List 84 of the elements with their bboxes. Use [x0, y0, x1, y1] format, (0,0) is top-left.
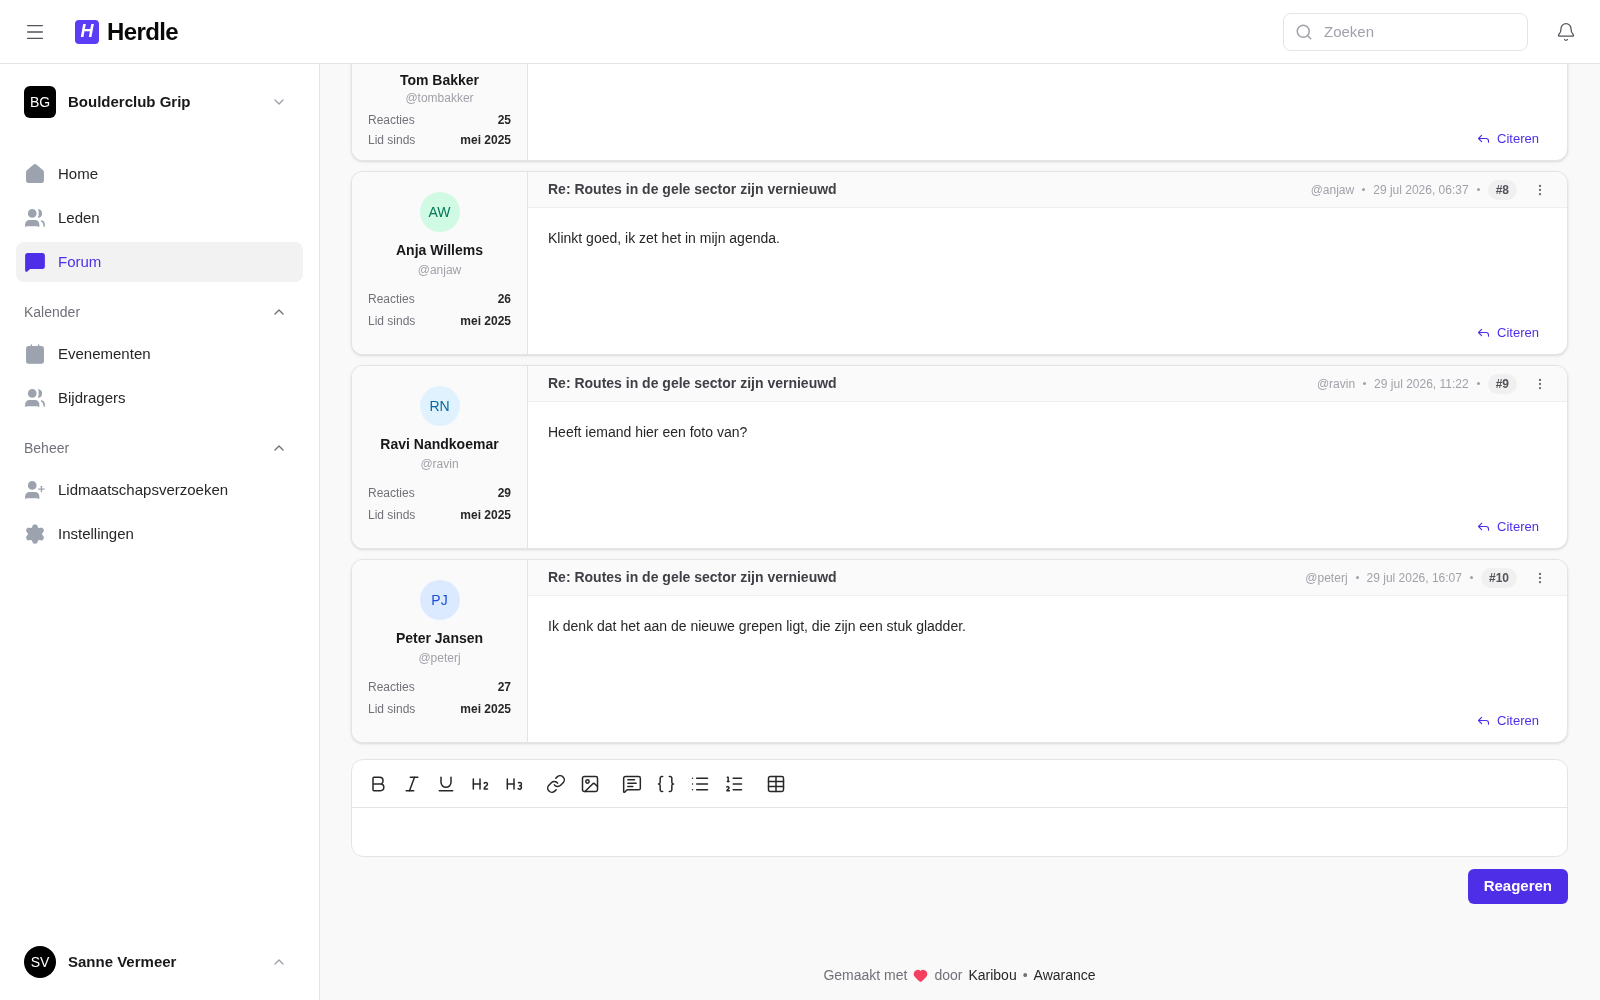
stat-value: 26	[497, 291, 511, 308]
heart-icon	[913, 968, 929, 983]
stat-value: 27	[497, 679, 511, 696]
post-number: #10	[1480, 567, 1517, 588]
post-handle: @peterj	[1305, 569, 1348, 587]
nav-item[interactable]: Leden	[16, 198, 303, 238]
post-date: 29 jul 2026, 11:22	[1374, 375, 1469, 393]
post-handle: @anjaw	[1310, 181, 1355, 199]
stat-value: mei 2025	[460, 132, 511, 149]
nav-item[interactable]: Forum	[16, 242, 303, 282]
stat-label: Reacties	[368, 679, 415, 696]
author-handle: @tombakker	[405, 90, 474, 106]
post-date: 29 jul 2026, 16:07	[1366, 569, 1462, 587]
post-body: Klinkt goed, ik zet het in mijn agenda.	[547, 229, 781, 248]
bell-icon[interactable]	[1556, 21, 1576, 42]
comment-icon[interactable]	[622, 773, 642, 794]
footer-text: door	[934, 966, 963, 985]
stat-label: Lid sinds	[368, 701, 416, 718]
stat-label: Lid sinds	[368, 132, 416, 149]
braces-icon[interactable]	[656, 773, 676, 794]
avatar: PJ	[419, 580, 460, 620]
author-name: Peter Jansen	[395, 629, 484, 648]
logo-mark[interactable]: H	[75, 19, 99, 44]
post-date: 29 jul 2026, 06:37	[1373, 181, 1469, 199]
users-icon	[24, 207, 46, 229]
post-title: Re: Routes in de gele sector zijn vernieuwd	[548, 568, 837, 587]
stat-value: mei 2025	[460, 701, 511, 718]
avatar: RN	[419, 386, 460, 426]
nav-item[interactable]: Evenementen	[16, 334, 303, 374]
image-icon[interactable]	[580, 773, 600, 794]
user-plus-icon	[24, 479, 46, 501]
nav-item[interactable]: Lidmaatschapsverzoeken	[16, 470, 303, 510]
link-icon[interactable]	[546, 773, 566, 794]
post-handle: @ravin	[1316, 375, 1356, 393]
stat-label: Reacties	[368, 112, 415, 129]
stat-value: 29	[497, 485, 511, 502]
user-avatar: SV	[24, 946, 56, 978]
author-name: Anja Willems	[396, 241, 483, 260]
stat-value: mei 2025	[460, 507, 511, 524]
org-selector[interactable]: BG Boulderclub Grip	[16, 84, 303, 120]
post-number: #9	[1487, 373, 1517, 394]
quote-button[interactable]: Citeren	[1476, 516, 1539, 536]
group-icon	[24, 387, 46, 409]
author-name: Ravi Nandkoemar	[380, 435, 499, 454]
author-handle: @peterj	[418, 650, 461, 667]
post-title: Re: Routes in de gele sector zijn vernieuwd	[548, 374, 837, 393]
org-avatar: BG	[24, 86, 56, 118]
section-header[interactable]: Beheer	[16, 430, 303, 466]
footer-link[interactable]: Awarance	[1033, 965, 1096, 986]
quote-button[interactable]: Citeren	[1476, 128, 1539, 148]
search-field[interactable]: Zoeken	[1283, 12, 1528, 51]
search-icon	[1295, 22, 1313, 41]
post-number: #8	[1487, 179, 1517, 200]
user-menu[interactable]: SV Sanne Vermeer	[16, 944, 303, 980]
section-header[interactable]: Kalender	[16, 294, 303, 330]
stat-value: mei 2025	[460, 313, 511, 330]
stat-label: Lid sinds	[368, 313, 416, 330]
stat-label: Reacties	[368, 291, 415, 308]
separator-dot: •	[1022, 966, 1028, 985]
org-name: Boulderclub Grip	[68, 91, 191, 112]
post-title: Re: Routes in de gele sector zijn vernieuwd	[548, 180, 837, 199]
nav-item[interactable]: Home	[16, 154, 303, 194]
user-name: Sanne Vermeer	[68, 951, 177, 972]
author-handle: @ravin	[420, 456, 459, 473]
stat-label: Lid sinds	[368, 507, 416, 524]
quote-button[interactable]: Citeren	[1476, 710, 1539, 730]
home-icon	[24, 163, 46, 185]
chat-icon	[24, 251, 46, 273]
nav-item[interactable]: Instellingen	[16, 514, 303, 554]
stat-label: Reacties	[368, 485, 415, 502]
author-handle: @anjaw	[417, 262, 462, 279]
calendar-icon	[24, 343, 46, 365]
quote-button[interactable]: Citeren	[1476, 322, 1539, 342]
stat-value: 25	[497, 112, 511, 129]
footer-link[interactable]: Karibou	[968, 965, 1017, 986]
post-body: Heeft iemand hier een foto van?	[547, 423, 749, 442]
avatar: AW	[419, 192, 460, 232]
brand-name[interactable]: Herdle	[107, 13, 179, 50]
table-icon[interactable]	[766, 773, 786, 794]
post-body: Ik denk dat het aan de nieuwe grepen ligt, die zijn een stuk gladder.	[547, 617, 967, 636]
author-name: Tom Bakker	[399, 71, 480, 90]
nav-item[interactable]: Bijdragers	[16, 378, 303, 418]
footer-text: Gemaakt met	[823, 966, 908, 985]
reply-button[interactable]: Reageren	[1467, 869, 1568, 904]
